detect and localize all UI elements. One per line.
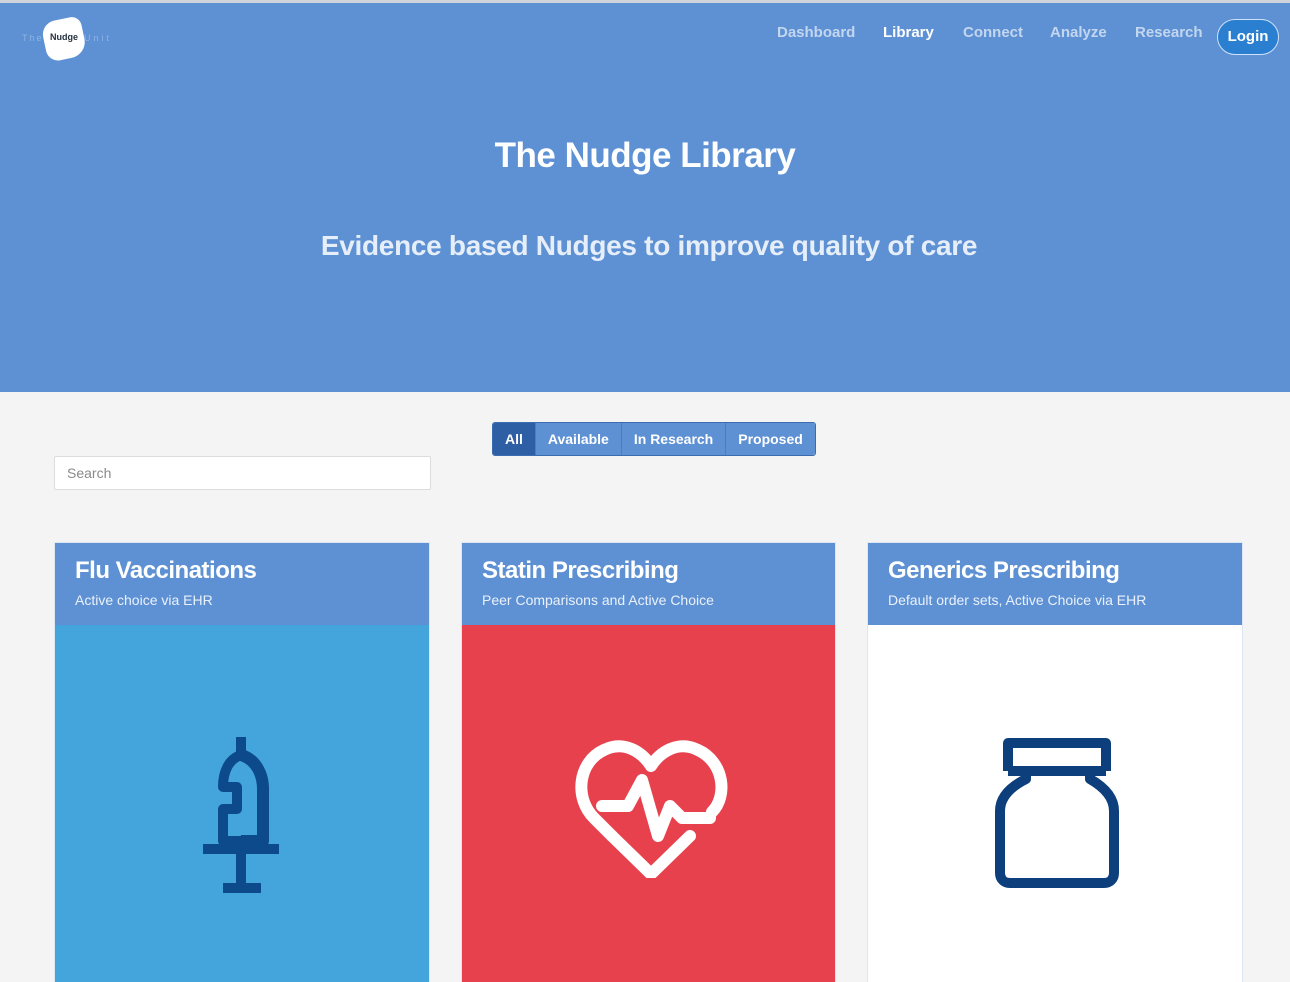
card-image[interactable] <box>868 625 1242 982</box>
logo-text-nudge: Nudge <box>50 32 78 42</box>
page-subtitle: Evidence based Nudges to improve quality… <box>320 230 978 261</box>
nav-item-connect[interactable]: Connect <box>963 24 1023 41</box>
pill-bottle-icon <box>995 738 1119 888</box>
filter-in-research-button[interactable]: In Research <box>621 423 727 455</box>
filter-all-button[interactable]: All <box>493 423 536 455</box>
card-title[interactable]: Generics Prescribing <box>888 557 1120 585</box>
card-title[interactable]: Flu Vaccinations <box>75 557 257 585</box>
nudge-card-flu-vaccinations[interactable]: Flu Vaccinations Active choice via EHR <box>54 542 430 982</box>
login-button[interactable]: Login <box>1217 19 1279 55</box>
filter-proposed-button[interactable]: Proposed <box>726 423 815 455</box>
nudge-unit-logo[interactable]: The Nudge Unit <box>20 15 120 63</box>
logo-text-the: The <box>22 33 44 43</box>
page-title: The Nudge Library <box>494 136 796 175</box>
nav-item-dashboard[interactable]: Dashboard <box>777 24 855 41</box>
nav-item-research[interactable]: Research <box>1135 24 1203 41</box>
logo-text-unit: Unit <box>84 33 113 43</box>
card-subtitle: Default order sets, Active Choice via EH… <box>888 592 1147 608</box>
nudge-card-statin-prescribing[interactable]: Statin Prescribing Peer Comparisons and … <box>461 542 836 982</box>
status-filter-group: All Available In Research Proposed <box>492 422 816 456</box>
card-subtitle: Peer Comparisons and Active Choice <box>482 592 714 608</box>
card-image[interactable] <box>462 625 835 982</box>
hero-banner: The Nudge Unit Dashboard Library Connect… <box>0 3 1290 392</box>
card-title[interactable]: Statin Prescribing <box>482 557 679 585</box>
nav-item-library[interactable]: Library <box>883 24 934 41</box>
filter-available-button[interactable]: Available <box>535 423 622 455</box>
card-image[interactable] <box>55 625 429 982</box>
heart-pulse-icon <box>575 740 728 878</box>
nav-item-analyze[interactable]: Analyze <box>1050 24 1107 41</box>
card-header: Flu Vaccinations Active choice via EHR <box>55 543 429 625</box>
syringe-icon <box>203 737 279 893</box>
card-header: Statin Prescribing Peer Comparisons and … <box>462 543 835 625</box>
card-subtitle: Active choice via EHR <box>75 592 213 608</box>
card-header: Generics Prescribing Default order sets,… <box>868 543 1242 625</box>
nudge-card-generics-prescribing[interactable]: Generics Prescribing Default order sets,… <box>867 542 1243 982</box>
search-input[interactable] <box>54 456 431 490</box>
